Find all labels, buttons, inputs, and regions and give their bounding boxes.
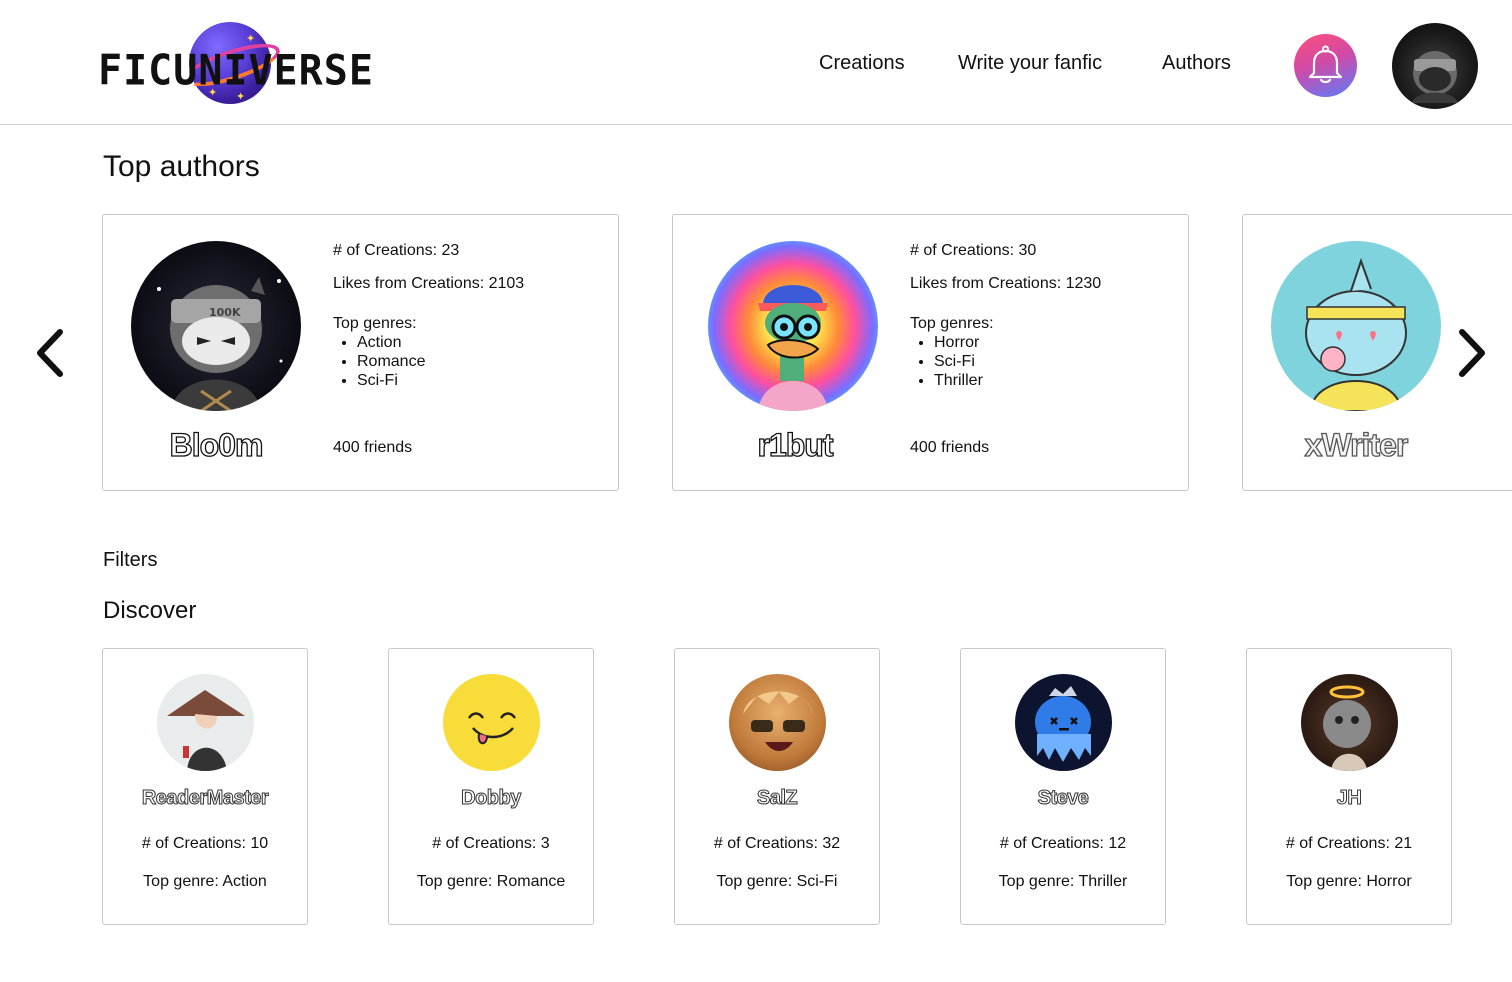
top-genre: Top genre: Horror bbox=[1286, 873, 1412, 890]
blue-blob-avatar-icon bbox=[1035, 686, 1091, 762]
genre-list: Action Romance Sci-Fi bbox=[333, 333, 524, 390]
header: ✦ ✦ ✦ FICUNIVERSE Creations Write your f… bbox=[0, 0, 1512, 125]
author-avatar bbox=[1271, 241, 1441, 411]
chevron-right-icon bbox=[1459, 329, 1485, 377]
creations-count: # of Creations: 30 bbox=[910, 242, 1037, 259]
discover-author-card[interactable]: JH # of Creations: 21 Top genre: Horror bbox=[1246, 648, 1452, 925]
author-avatar bbox=[1015, 674, 1112, 771]
author-avatar bbox=[443, 674, 540, 771]
smiley-avatar-icon bbox=[467, 712, 517, 745]
profile-avatar[interactable] bbox=[1392, 23, 1478, 109]
carousel-next-button[interactable] bbox=[1452, 328, 1492, 378]
genre-item: Sci-Fi bbox=[934, 352, 1101, 371]
genre-item: Thriller bbox=[934, 371, 1101, 390]
author-name[interactable]: Dobby bbox=[389, 787, 593, 810]
creations-count: # of Creations: 32 bbox=[713, 835, 841, 852]
carousel-prev-button[interactable] bbox=[30, 328, 70, 378]
author-stats: # of Creations: 30 Likes from Creations:… bbox=[910, 241, 1101, 390]
author-name[interactable]: r1but bbox=[682, 426, 908, 464]
creations-count: # of Creations: 10 bbox=[141, 835, 269, 852]
logo-text: FICUNIVERSE bbox=[98, 46, 374, 96]
ninja-avatar-icon bbox=[1412, 51, 1458, 103]
top-genre: Top genre: Sci-Fi bbox=[716, 873, 838, 890]
likes-count: Likes from Creations: 1230 bbox=[910, 275, 1102, 292]
top-genre: Top genre: Thriller bbox=[998, 873, 1128, 890]
ficuniverse-logo[interactable]: ✦ ✦ ✦ FICUNIVERSE bbox=[96, 18, 376, 118]
author-name[interactable]: xWriter bbox=[1243, 426, 1469, 464]
discover-author-card[interactable]: Dobby # of Creations: 3 Top genre: Roman… bbox=[388, 648, 594, 925]
creations-count: # of Creations: 21 bbox=[1285, 835, 1413, 852]
author-name[interactable]: Steve bbox=[961, 787, 1165, 810]
genre-item: Horror bbox=[934, 333, 1101, 352]
genre-list: Horror Sci-Fi Thriller bbox=[910, 333, 1101, 390]
discover-author-card[interactable]: ReaderMaster # of Creations: 10 Top genr… bbox=[102, 648, 308, 925]
sunglasses-avatar-icon bbox=[743, 691, 813, 751]
discover-author-card[interactable]: SalZ # of Creations: 32 Top genre: Sci-F… bbox=[674, 648, 880, 925]
star-icon: ✦ bbox=[246, 33, 256, 45]
fish-avatar-icon bbox=[1305, 257, 1407, 411]
halo-avatar-icon bbox=[1323, 685, 1371, 771]
author-avatar: 100K bbox=[131, 241, 301, 411]
author-avatar bbox=[729, 674, 826, 771]
author-name[interactable]: SalZ bbox=[675, 787, 879, 810]
genre-item: Sci-Fi bbox=[357, 371, 524, 390]
creations-count: # of Creations: 12 bbox=[999, 835, 1127, 852]
ninja-avatar-icon: 100K bbox=[157, 277, 283, 411]
author-avatar bbox=[1301, 674, 1398, 771]
nav-authors[interactable]: Authors bbox=[1162, 52, 1231, 75]
genre-item: Romance bbox=[357, 352, 524, 371]
creations-count: # of Creations: 3 bbox=[432, 835, 550, 852]
author-name[interactable]: ReaderMaster bbox=[103, 787, 307, 810]
filters-toggle[interactable]: Filters bbox=[103, 549, 157, 572]
top-genres-label: Top genres: bbox=[910, 315, 994, 332]
samurai-avatar-icon bbox=[167, 690, 245, 771]
top-author-card[interactable]: 100K Blo0m # of Creations: 23 Likes from… bbox=[102, 214, 619, 491]
chevron-left-icon bbox=[37, 329, 63, 377]
author-name[interactable]: JH bbox=[1247, 787, 1451, 810]
author-name[interactable]: Blo0m bbox=[103, 426, 329, 464]
nav-creations[interactable]: Creations bbox=[819, 52, 905, 75]
likes-count: Likes from Creations: 2103 bbox=[333, 275, 525, 292]
bell-icon bbox=[1308, 45, 1343, 84]
top-author-card[interactable]: r1but # of Creations: 30 Likes from Crea… bbox=[672, 214, 1189, 491]
top-genre: Top genre: Romance bbox=[416, 873, 566, 890]
creations-count: # of Creations: 23 bbox=[333, 242, 460, 259]
duck-avatar-icon bbox=[758, 285, 828, 411]
top-authors-title: Top authors bbox=[103, 150, 260, 183]
genre-item: Action bbox=[357, 333, 524, 352]
svg-text:100K: 100K bbox=[209, 306, 241, 319]
friends-count: 400 friends bbox=[910, 439, 990, 456]
notifications-button[interactable] bbox=[1294, 34, 1357, 97]
discover-author-card[interactable]: Steve # of Creations: 12 Top genre: Thri… bbox=[960, 648, 1166, 925]
author-avatar bbox=[708, 241, 878, 411]
author-avatar bbox=[157, 674, 254, 771]
nav-write-your-fanfic[interactable]: Write your fanfic bbox=[958, 52, 1102, 75]
author-stats: # of Creations: 23 Likes from Creations:… bbox=[333, 241, 524, 390]
top-genres-label: Top genres: bbox=[333, 315, 417, 332]
discover-title: Discover bbox=[103, 597, 197, 624]
top-genre: Top genre: Action bbox=[143, 873, 267, 890]
friends-count: 400 friends bbox=[333, 439, 413, 456]
